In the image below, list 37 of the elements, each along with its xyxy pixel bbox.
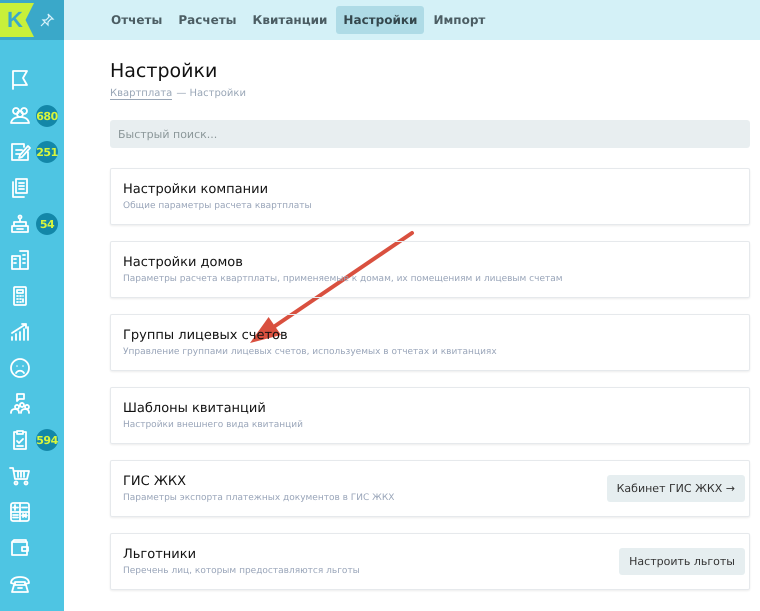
count-badge: 594 <box>36 429 58 451</box>
nav-tab[interactable]: Квитанции <box>246 6 334 34</box>
pin-icon[interactable] <box>39 12 55 28</box>
settings-card[interactable]: ГИС ЖКХ Параметры экспорта платежных документов в ГИС ЖКХ Кабинет ГИС ЖКХ → <box>110 460 750 517</box>
settings-card[interactable]: Настройки компании Общие параметры расчета квартплаты <box>110 168 750 225</box>
building-icon[interactable] <box>8 248 32 272</box>
desk-icon[interactable] <box>8 212 32 236</box>
card-button[interactable]: Кабинет ГИС ЖКХ → <box>606 475 745 502</box>
settings-card[interactable]: Шаблоны квитанций Настройки внешнего вида квитанций <box>110 387 750 444</box>
card-title: Шаблоны квитанций <box>123 401 267 416</box>
breadcrumb-current: — Настройки <box>176 88 246 100</box>
meeting-icon[interactable] <box>8 392 32 416</box>
nav-tab[interactable]: Импорт <box>426 6 492 34</box>
nav-tab[interactable]: Расчеты <box>171 6 244 34</box>
card-description: Настройки внешнего вида квитанций <box>123 420 303 430</box>
card-description: Параметры экспорта платежных документов в ГИС ЖКХ <box>123 493 394 503</box>
card-description: Общие параметры расчета квартплаты <box>123 201 312 211</box>
nav-tab[interactable]: Настройки <box>336 6 424 34</box>
card-description: Управление группами лицевых счетов, используемых в отчетах и квитанциях <box>123 347 497 357</box>
page-title: Настройки <box>110 60 218 82</box>
card-title: Настройки компании <box>123 182 270 197</box>
edit-icon[interactable] <box>8 140 32 164</box>
count-badge: 54 <box>36 213 58 235</box>
card-title: ГИС ЖКХ <box>123 474 188 489</box>
nav-tab[interactable]: Отчеты <box>104 6 170 34</box>
cart-icon[interactable] <box>8 464 32 488</box>
sad-face-icon[interactable] <box>8 356 32 380</box>
count-badge: 680 <box>36 105 58 127</box>
card-title: Настройки домов <box>123 255 244 270</box>
count-badge: 251 <box>36 141 58 163</box>
card-title: Льготники <box>123 547 198 562</box>
calculator-keys-icon[interactable] <box>8 500 32 524</box>
card-button[interactable]: Настроить льготы <box>619 548 745 575</box>
chart-icon[interactable] <box>8 320 32 344</box>
search-field[interactable]: Быстрый поиск... <box>110 120 750 148</box>
settings-card[interactable]: Льготники Перечень лиц, которым предоставляются льготы Настроить льготы <box>110 533 750 590</box>
card-description: Перечень лиц, которым предоставляются льготы <box>123 566 360 576</box>
